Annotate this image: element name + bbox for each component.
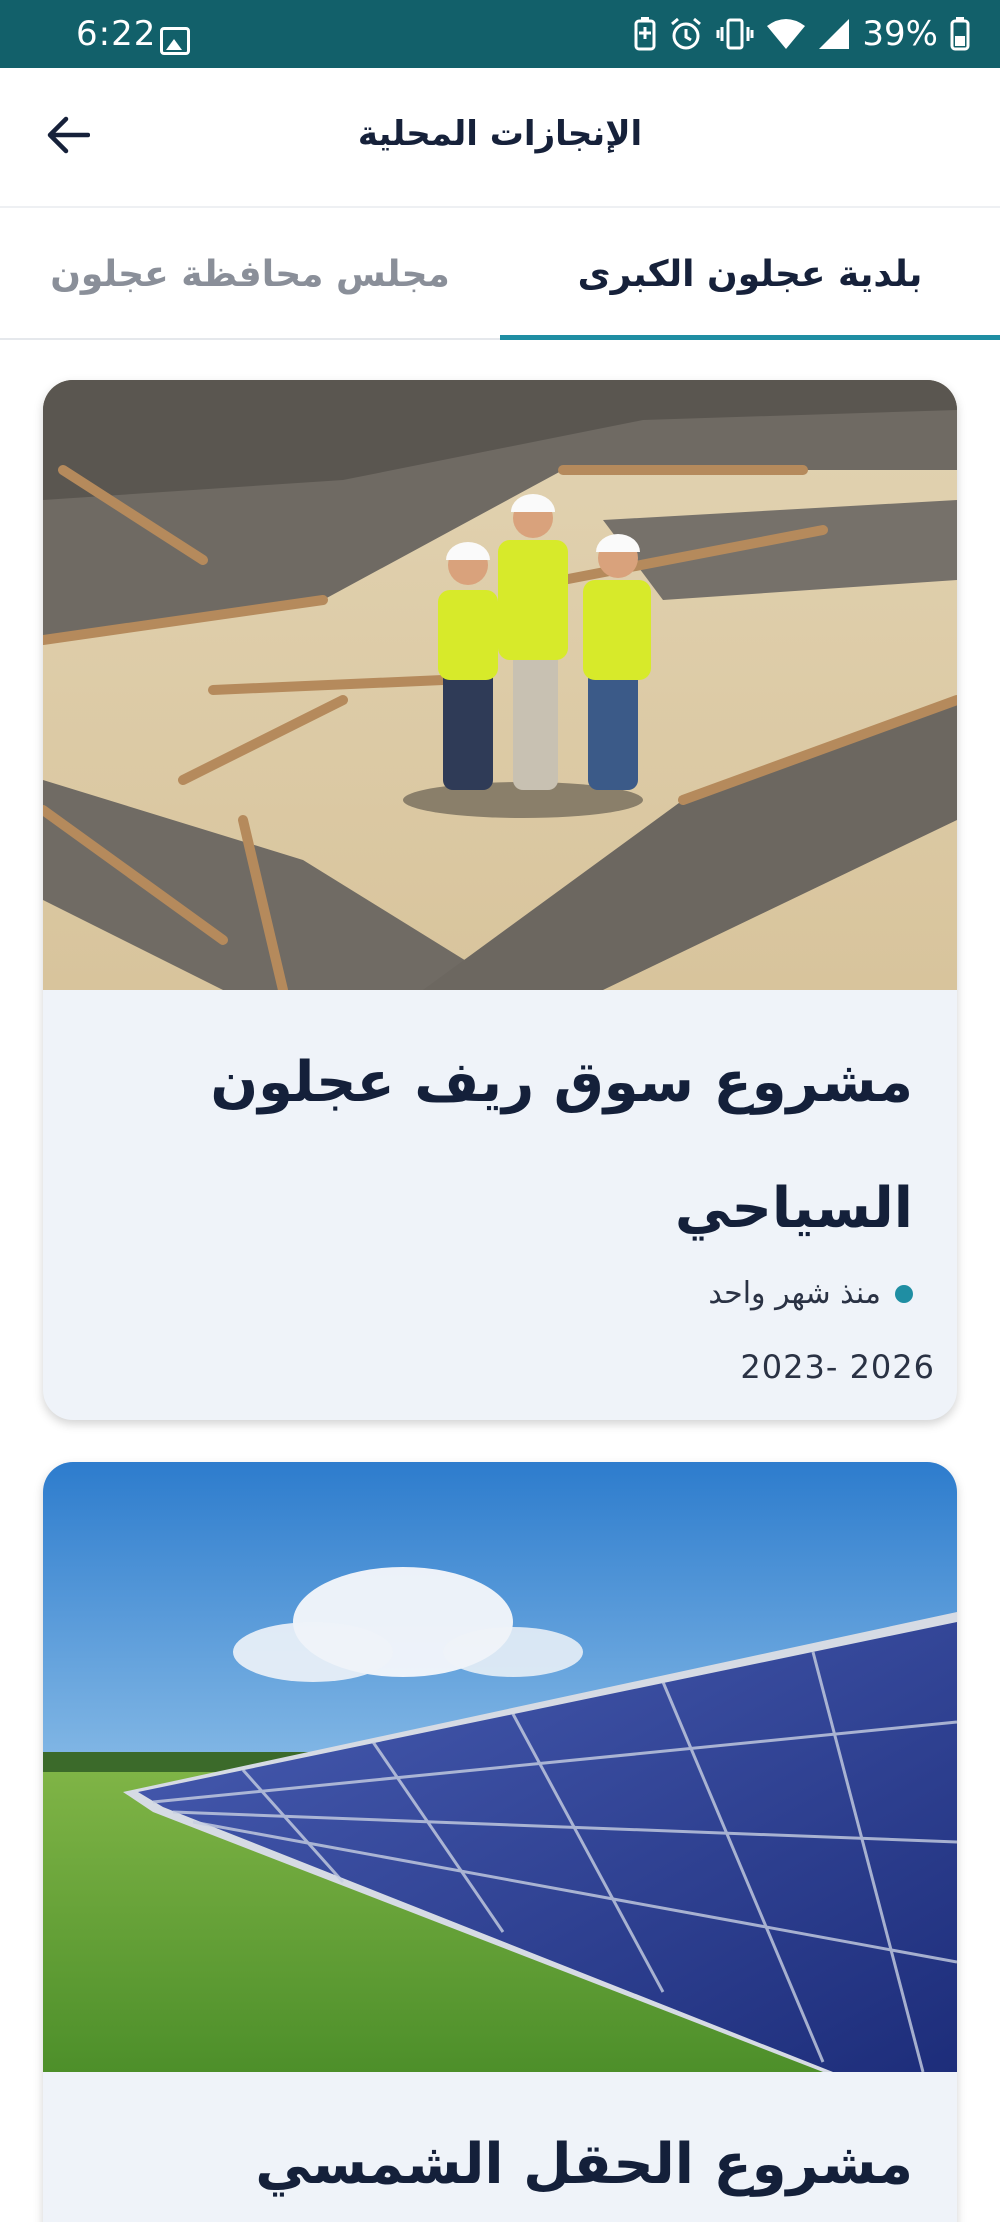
- tab-ajloun-governorate-council[interactable]: مجلس محافظة عجلون: [0, 208, 500, 340]
- achievement-card[interactable]: مشروع سوق ريف عجلون السياحي منذ شهر واحد…: [43, 380, 957, 1420]
- image-notification-icon: [160, 27, 190, 55]
- battery-percent: 39%: [862, 14, 938, 54]
- tab-indicator: [500, 335, 1000, 340]
- tab-bar: مجلس محافظة عجلون بلدية عجلون الكبرى: [0, 206, 1000, 340]
- status-time: 6:22: [76, 14, 157, 54]
- battery-icon: [950, 17, 970, 51]
- card-title: مشروع سوق ريف عجلون السياحي: [210, 1050, 913, 1241]
- battery-saver-icon: [634, 17, 656, 51]
- achievement-card[interactable]: مشروع الحقل الشمسي: [43, 1462, 957, 2222]
- wifi-icon: [766, 18, 806, 50]
- solar-field-photo: [43, 1462, 957, 2072]
- app-bar: الإنجازات المحلية: [0, 68, 1000, 206]
- alarm-icon: [668, 16, 704, 52]
- card-body: مشروع سوق ريف عجلون السياحي منذ شهر واحد: [43, 990, 957, 1311]
- construction-site-photo: [43, 380, 957, 990]
- time-ago: منذ شهر واحد: [708, 1276, 881, 1311]
- tab-greater-ajloun-municipality[interactable]: بلدية عجلون الكبرى: [500, 208, 1000, 340]
- date-range: 2023- 2026: [740, 1348, 935, 1386]
- status-icons: 39%: [634, 14, 970, 54]
- status-bar: 6:22 39%: [0, 0, 1000, 68]
- page-title: الإنجازات المحلية: [357, 114, 643, 154]
- status-dot: [895, 1284, 913, 1303]
- vibrate-icon: [716, 17, 754, 51]
- card-title: مشروع الحقل الشمسي: [255, 2132, 913, 2197]
- card-body: مشروع الحقل الشمسي: [43, 2072, 957, 2222]
- card-meta: منذ شهر واحد: [87, 1276, 913, 1311]
- signal-icon: [818, 18, 850, 50]
